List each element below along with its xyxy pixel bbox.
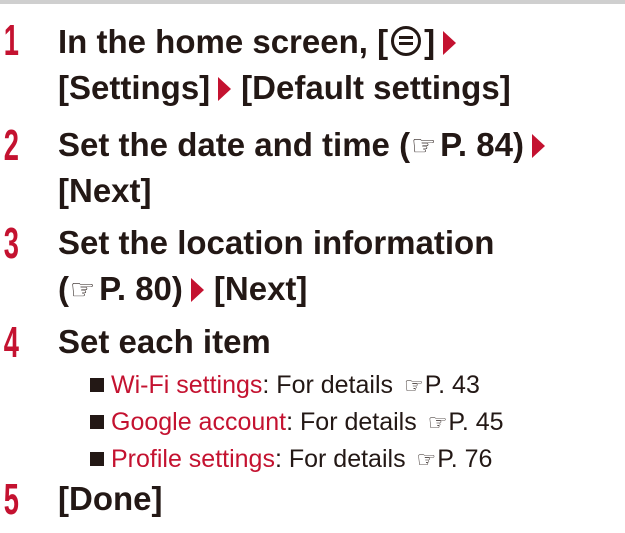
list-item: Profile settings: For details ☞P. 76 — [90, 443, 492, 476]
step-2-line-1: Set the date and time (☞ P. 84) — [58, 125, 555, 166]
red-arrow-icon — [443, 31, 457, 55]
step-text: Set each item — [58, 323, 271, 360]
step-text: ( — [58, 270, 69, 307]
step-number: 3 — [3, 219, 19, 268]
reference-hand-icon: ☞ — [403, 373, 424, 398]
list-item: Google account: For details ☞P. 45 — [90, 406, 504, 439]
reference-hand-icon: ☞ — [411, 130, 437, 161]
item-text: : For details — [286, 408, 424, 436]
menu-key-icon — [391, 26, 422, 56]
step-1-line-2: [Settings] [Default settings] — [58, 68, 511, 108]
step-text: [Default settings] — [241, 69, 511, 106]
profile-settings-link[interactable]: Profile settings — [111, 445, 275, 473]
reference-hand-icon: ☞ — [70, 274, 96, 305]
step-2-line-2: [Next] — [58, 171, 152, 211]
step-3-line-1: Set the location information — [58, 223, 494, 263]
step-text: Set the location information — [58, 224, 495, 261]
step-4-line-1: Set each item — [58, 322, 271, 362]
step-text: [Next] — [213, 270, 308, 307]
step-text: [Settings] — [58, 69, 211, 106]
page-reference: P. 76 — [437, 445, 493, 473]
step-1-line-1: In the home screen, [] — [58, 22, 466, 62]
square-bullet-icon — [90, 415, 104, 429]
reference-hand-icon: ☞ — [416, 447, 437, 472]
step-number: 1 — [3, 16, 19, 65]
item-text: : For details — [274, 445, 413, 473]
step-text: [Done] — [58, 480, 163, 517]
step-number: 2 — [3, 121, 19, 170]
red-arrow-icon — [218, 77, 232, 101]
step-text: [Next] — [58, 172, 152, 209]
square-bullet-icon — [90, 452, 104, 466]
wifi-settings-link[interactable]: Wi-Fi settings — [111, 371, 262, 399]
page-reference: P. 80) — [99, 270, 183, 307]
red-arrow-icon — [190, 278, 204, 302]
page-reference: P. 84) — [440, 126, 524, 163]
red-arrow-icon — [531, 134, 545, 158]
step-number: 5 — [3, 475, 19, 524]
step-text: In the home screen, [ — [58, 23, 389, 60]
step-number: 4 — [3, 318, 19, 367]
top-divider — [0, 0, 625, 4]
item-text: : For details — [262, 371, 400, 399]
page-reference: P. 43 — [424, 371, 480, 399]
step-3-line-2: (☞ P. 80) [Next] — [58, 269, 307, 310]
step-text: Set the date and time ( — [58, 126, 411, 163]
google-account-link[interactable]: Google account — [111, 408, 286, 436]
square-bullet-icon — [90, 378, 104, 392]
step-5-line-1: [Done] — [58, 479, 162, 519]
page-reference: P. 45 — [448, 408, 504, 436]
step-text: ] — [424, 23, 436, 60]
reference-hand-icon: ☞ — [427, 410, 448, 435]
list-item: Wi-Fi settings: For details ☞P. 43 — [90, 369, 480, 402]
